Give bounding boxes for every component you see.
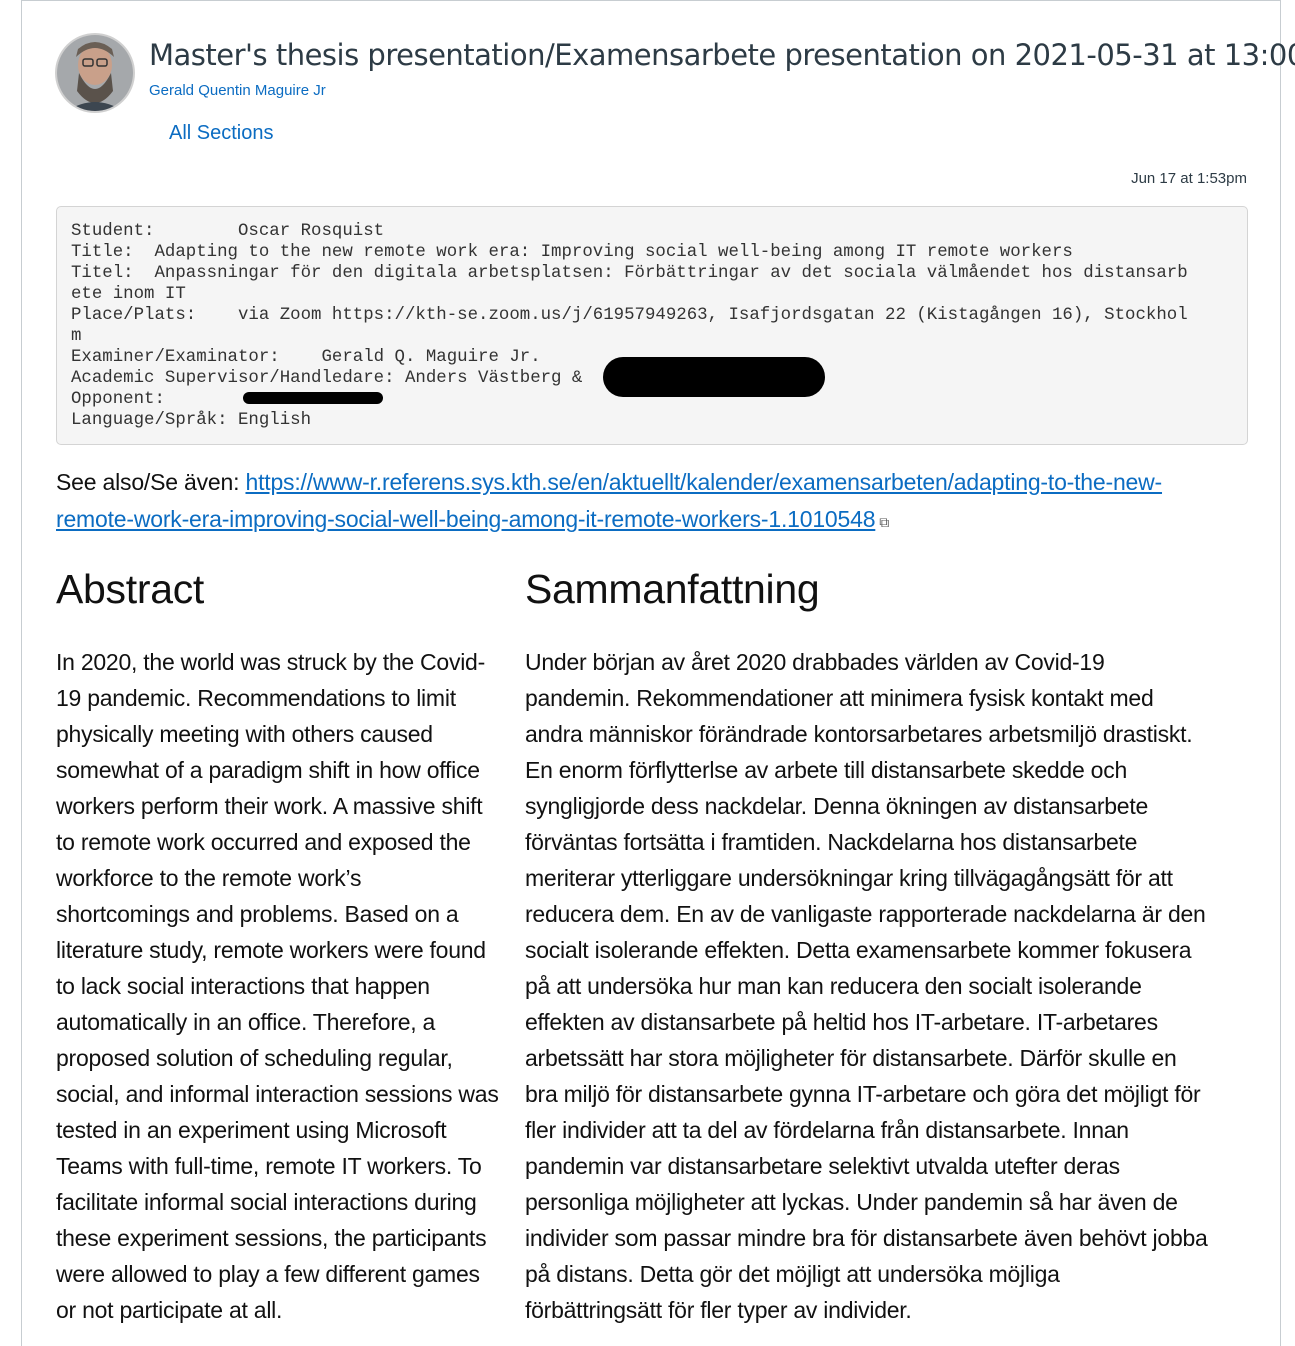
detail-supervisor: Academic Supervisor/Handledare: Anders V… (71, 369, 583, 388)
abstract-line: tested in an experiment using Microsoft (56, 1117, 447, 1143)
abstract-heading: Abstract (56, 566, 204, 612)
sammanfattning-line: personliga möjligheter att lyckas. Under… (525, 1189, 1178, 1215)
abstract-line: automatically in an office. Therefore, a (56, 1009, 436, 1035)
sammanfattning-line: reducera dem. En av de vanligaste rappor… (525, 901, 1206, 927)
sammanfattning-line: En enorm förflytterlse av arbete till di… (525, 757, 1127, 783)
post-title: Master's thesis presentation/Examensarbe… (149, 38, 1295, 72)
abstract-line: physically meeting with others caused (56, 721, 433, 747)
see-also-label: See also/Se även: (56, 469, 246, 495)
detail-title: Title: Adapting to the new remote work e… (71, 243, 1073, 262)
abstract-line: to lack social interactions that happen (56, 973, 430, 999)
detail-student: Student: Oscar Rosquist (71, 222, 385, 241)
avatar-portrait-icon (57, 35, 133, 111)
sammanfattning-text: Under början av året 2020 drabbades värl… (525, 644, 1253, 1328)
abstract-line: workforce to the remote work’s (56, 865, 362, 891)
sammanfattning-line: meriterar ytterliggare undersökningar kr… (525, 865, 1173, 891)
sammanfattning-heading: Sammanfattning (525, 566, 820, 612)
detail-opponent-row: Opponent: (71, 389, 1233, 410)
sammanfattning-line: på distans. Detta gör det möjligt att un… (525, 1261, 1060, 1287)
detail-supervisor-row: Academic Supervisor/Handledare: Anders V… (71, 357, 1233, 397)
sammanfattning-column: Sammanfattning Under början av året 2020… (525, 566, 1253, 1328)
sammanfattning-line: pandemin. Rekommendationer att minimera … (525, 685, 1154, 711)
abstract-line: Teams with full-time, remote IT workers.… (56, 1153, 482, 1179)
sammanfattning-line: Under början av året 2020 drabbades värl… (525, 649, 1105, 675)
abstract-line: literature study, remote workers were fo… (56, 937, 486, 963)
detail-titel: Titel: Anpassningar för den digitala arb… (71, 264, 1188, 283)
sammanfattning-line: effekten av distansarbete på heltid hos … (525, 1009, 1158, 1035)
sammanfattning-line: andra människor förändrade kontorsarbeta… (525, 721, 1193, 747)
sammanfattning-line: förbättringsätt för fler typer av indivi… (525, 1297, 912, 1323)
abstract-line: 19 pandemic. Recommendations to limit (56, 685, 456, 711)
sammanfattning-line: förväntas fortsätta i framtiden. Nackdel… (525, 829, 1138, 855)
sammanfattning-line: individer som passar mindre bra för dist… (525, 1225, 1208, 1251)
abstract-line: facilitate informal social interactions … (56, 1189, 477, 1215)
abstract-line: somewhat of a paradigm shift in how offi… (56, 757, 480, 783)
sammanfattning-line: socialt isolerande effekten. Detta exame… (525, 937, 1192, 963)
abstract-line: or not participate at all. (56, 1297, 283, 1323)
sammanfattning-line: fler individer att ta del av fördelarna … (525, 1117, 1129, 1143)
detail-language: Language/Språk: English (71, 411, 312, 430)
abstract-line: proposed solution of scheduling regular, (56, 1045, 453, 1071)
sammanfattning-line: pandemin var distansarbetare selektivt u… (525, 1153, 1120, 1179)
author-link[interactable]: Gerald Quentin Maguire Jr (149, 82, 326, 99)
author-avatar[interactable] (57, 35, 133, 111)
external-link-icon: ⧉ (879, 514, 890, 530)
sammanfattning-line: arbetssätt har stora möjligheter för dis… (525, 1045, 1177, 1071)
detail-titel-cont: ete inom IT (71, 285, 186, 304)
abstract-line: were allowed to play a few different gam… (56, 1261, 480, 1287)
abstract-line: these experiment sessions, the participa… (56, 1225, 487, 1251)
see-also: See also/Se även: https://www-r.referens… (56, 464, 1256, 541)
sammanfattning-line: på att undersöka hur man kan reducera de… (525, 973, 1142, 999)
abstract-line: to remote work occurred and exposed the (56, 829, 471, 855)
sections-link[interactable]: All Sections (169, 122, 274, 145)
presentation-details: Student: Oscar Rosquist Title: Adapting … (56, 206, 1248, 445)
redaction-mark (243, 392, 383, 404)
abstract-line: In 2020, the world was struck by the Cov… (56, 649, 486, 675)
detail-opponent: Opponent: (71, 390, 165, 409)
detail-place-cont: m (71, 327, 82, 346)
abstract-line: social, and informal interaction session… (56, 1081, 499, 1107)
abstract-column: Abstract In 2020, the world was struck b… (56, 566, 524, 1328)
sammanfattning-line: syngligjorde dess nackdelar. Denna öknin… (525, 793, 1149, 819)
abstract-text: In 2020, the world was struck by the Cov… (56, 644, 524, 1328)
sammanfattning-line: bra miljö för distansarbete gynna IT-arb… (525, 1081, 1201, 1107)
detail-place: Place/Plats: via Zoom https://kth-se.zoo… (71, 306, 1188, 325)
abstract-line: workers perform their work. A massive sh… (56, 793, 483, 819)
abstract-line: shortcomings and problems. Based on a (56, 901, 459, 927)
post-date: Jun 17 at 1:53pm (1131, 170, 1247, 187)
